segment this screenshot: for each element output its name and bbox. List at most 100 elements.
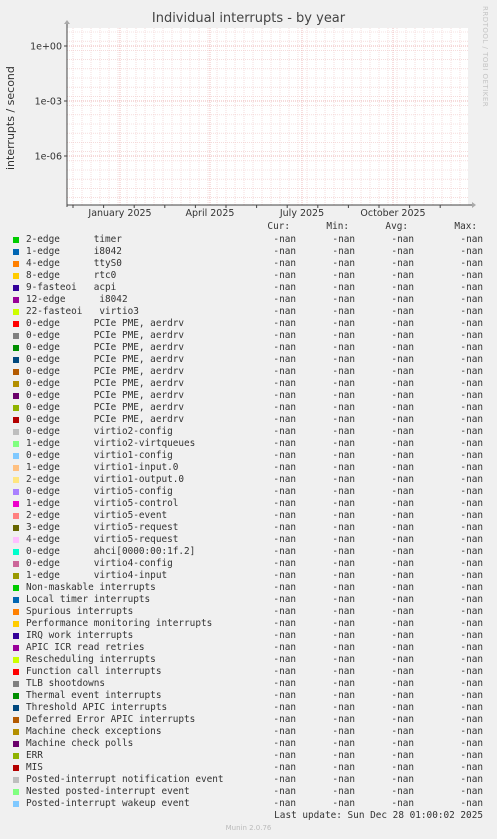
legend-swatch — [13, 249, 19, 255]
legend-series-name: 0-edge PCIe PME, aerdrv — [26, 378, 185, 389]
legend-value: -nan — [460, 438, 483, 449]
legend-value: -nan — [391, 486, 414, 497]
legend-row: 0-edge PCIe PME, aerdrv -nan -nan -nan -nan — [0, 390, 497, 402]
legend-value: -nan — [460, 750, 483, 761]
legend-series-name: 4-edge ttyS0 — [26, 258, 122, 269]
legend-value: -nan — [460, 702, 483, 713]
legend-value: -nan — [273, 342, 296, 353]
legend-value: -nan — [391, 594, 414, 605]
legend-row: 2-edge virtio1-output.0 -nan -nan -nan -nan — [0, 474, 497, 486]
legend-value: -nan — [332, 390, 355, 401]
legend-value: -nan — [391, 582, 414, 593]
legend-swatch — [13, 393, 19, 399]
legend-value: -nan — [332, 774, 355, 785]
legend-value: -nan — [332, 606, 355, 617]
legend-value: -nan — [391, 534, 414, 545]
legend-series-name: Non-maskable interrupts — [26, 582, 156, 593]
legend-value: -nan — [273, 570, 296, 581]
legend-swatch — [13, 645, 19, 651]
legend-value: -nan — [391, 258, 414, 269]
legend-swatch — [13, 609, 19, 615]
legend-swatch — [13, 333, 19, 339]
legend-series-name: 0-edge PCIe PME, aerdrv — [26, 402, 185, 413]
legend-value: -nan — [332, 738, 355, 749]
legend-value: -nan — [273, 282, 296, 293]
legend-series-name: 0-edge PCIe PME, aerdrv — [26, 390, 185, 401]
legend-value: -nan — [273, 474, 296, 485]
legend-series-name: Local timer interrupts — [26, 594, 151, 605]
legend-swatch — [13, 705, 19, 711]
legend-row: Posted-interrupt notification event -nan -… — [0, 774, 497, 786]
legend-value: -nan — [332, 522, 355, 533]
legend-value: -nan — [332, 570, 355, 581]
legend-swatch — [13, 261, 19, 267]
legend-value: -nan — [460, 486, 483, 497]
legend-swatch — [13, 417, 19, 423]
legend-value: -nan — [391, 654, 414, 665]
legend-row: 2-edge timer -nan -nan -nan -nan — [0, 234, 497, 246]
x-tick-label: April 2025 — [186, 208, 235, 219]
legend-series-name: 1-edge virtio5-control — [26, 498, 179, 509]
legend-value: -nan — [391, 294, 414, 305]
legend-row: 4-edge ttyS0 -nan -nan -nan -nan — [0, 258, 497, 270]
legend-value: -nan — [332, 282, 355, 293]
legend-row: 3-edge virtio5-request -nan -nan -nan -nan — [0, 522, 497, 534]
legend-value: -nan — [332, 450, 355, 461]
legend-series-name: 12-edge i8042 — [26, 294, 128, 305]
legend-value: -nan — [391, 354, 414, 365]
legend-value: -nan — [391, 522, 414, 533]
legend-value: -nan — [332, 402, 355, 413]
legend-series-name: 2-edge timer — [26, 234, 122, 245]
legend-row: Function call interrupts -nan -nan -nan -nan — [0, 666, 497, 678]
legend-value: -nan — [391, 438, 414, 449]
legend-series-name: 0-edge virtio2-config — [26, 426, 173, 437]
legend-row: 9-fasteoi acpi -nan -nan -nan -nan — [0, 282, 497, 294]
legend-value: -nan — [273, 390, 296, 401]
legend-row: 0-edge PCIe PME, aerdrv -nan -nan -nan -nan — [0, 318, 497, 330]
legend-column-header: Min: — [326, 221, 349, 232]
legend-value: -nan — [391, 798, 414, 809]
legend-value: -nan — [273, 330, 296, 341]
legend-value: -nan — [460, 558, 483, 569]
legend-value: -nan — [273, 378, 296, 389]
legend-series-name: Performance monitoring interrupts — [26, 618, 213, 629]
legend-series-name: Machine check polls — [26, 738, 134, 749]
legend-swatch — [13, 789, 19, 795]
legend-value: -nan — [273, 450, 296, 461]
legend-swatch — [13, 717, 19, 723]
legend-swatch — [13, 741, 19, 747]
legend-value: -nan — [391, 498, 414, 509]
legend-series-name: 0-edge PCIe PME, aerdrv — [26, 318, 185, 329]
legend-series-name: 1-edge virtio4-input — [26, 570, 168, 581]
legend-value: -nan — [460, 510, 483, 521]
legend-value: -nan — [460, 786, 483, 797]
legend-value: -nan — [332, 246, 355, 257]
legend-value: -nan — [332, 438, 355, 449]
legend-value: -nan — [460, 330, 483, 341]
legend-value: -nan — [460, 498, 483, 509]
legend-value: -nan — [460, 546, 483, 557]
legend-value: -nan — [332, 642, 355, 653]
legend-row: 1-edge virtio5-control -nan -nan -nan -nan — [0, 498, 497, 510]
legend-value: -nan — [391, 606, 414, 617]
legend-series-name: 0-edge PCIe PME, aerdrv — [26, 366, 185, 377]
legend-value: -nan — [273, 654, 296, 665]
legend-series-name: MIS — [26, 762, 43, 773]
legend-value: -nan — [273, 498, 296, 509]
legend-value: -nan — [332, 294, 355, 305]
legend-value: -nan — [273, 462, 296, 473]
legend-value: -nan — [391, 414, 414, 425]
legend-value: -nan — [273, 270, 296, 281]
legend-value: -nan — [391, 618, 414, 629]
legend-swatch — [13, 585, 19, 591]
legend-value: -nan — [273, 762, 296, 773]
legend-value: -nan — [460, 738, 483, 749]
legend-series-name: 0-edge virtio4-config — [26, 558, 173, 569]
legend-value: -nan — [460, 414, 483, 425]
legend-row: Nested posted-interrupt event -nan -nan -na… — [0, 786, 497, 798]
legend-value: -nan — [273, 678, 296, 689]
legend-swatch — [13, 309, 19, 315]
legend-row: IRQ work interrupts -nan -nan -nan -nan — [0, 630, 497, 642]
legend-value: -nan — [332, 630, 355, 641]
legend-value: -nan — [460, 774, 483, 785]
